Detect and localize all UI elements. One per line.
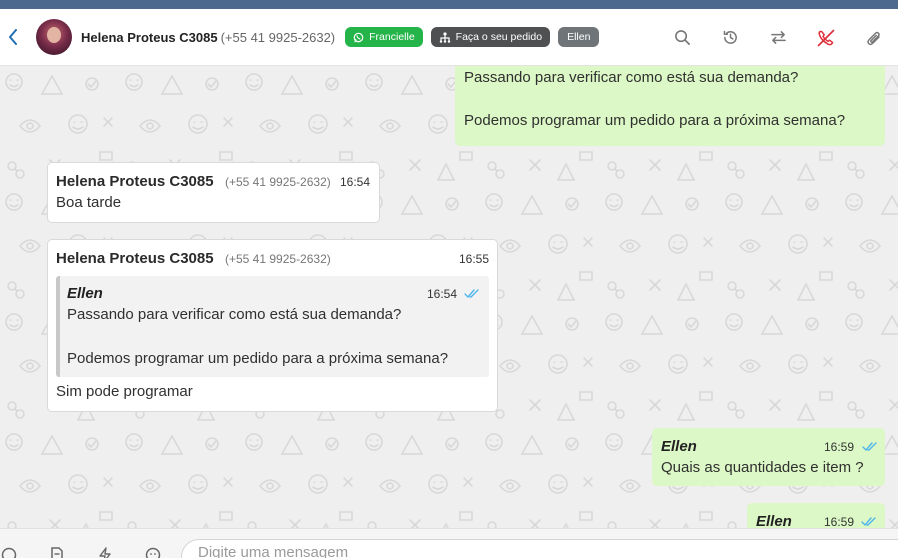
whatsapp-agent-tag[interactable]: Francielle <box>345 27 423 47</box>
message-list[interactable]: Passando para verificar como está sua de… <box>0 66 898 528</box>
message-text-line: Podemos programar um pedido para a próxi… <box>464 112 846 129</box>
message-time: 16:59 <box>824 440 855 454</box>
message-time: 16:54 <box>340 175 371 189</box>
quick-reply-button[interactable] <box>97 547 113 558</box>
message-composer <box>0 528 898 558</box>
header-actions <box>658 9 898 66</box>
double-check-icon <box>861 517 876 526</box>
end-conversation-button[interactable] <box>802 18 850 58</box>
document-button[interactable] <box>49 547 65 558</box>
sticker-icon <box>145 547 161 558</box>
sitemap-icon <box>439 31 450 43</box>
message-time: 16:59 <box>824 515 855 528</box>
history-icon <box>723 30 737 44</box>
lightning-icon <box>99 547 111 558</box>
incoming-message[interactable]: Helena Proteus C3085 (+55 41 9925-2632) … <box>47 239 498 412</box>
avatar[interactable] <box>36 19 72 55</box>
chevron-left-icon <box>9 29 17 45</box>
paperclip-icon <box>867 31 880 45</box>
message-text-line: Passando para verificar como está sua de… <box>464 69 799 86</box>
emoji-button[interactable] <box>1 547 17 558</box>
search-button[interactable] <box>658 18 706 58</box>
message-input[interactable] <box>181 539 898 558</box>
emoji-icon <box>1 547 17 558</box>
end-call-icon <box>817 29 835 46</box>
attach-button[interactable] <box>850 18 898 58</box>
transfer-icon <box>770 31 786 44</box>
quoted-message-time: 16:54 <box>427 287 458 301</box>
contact-phone: (+55 41 9925-2632) <box>220 29 336 45</box>
search-icon <box>674 30 690 45</box>
double-check-icon <box>464 289 479 298</box>
outgoing-message[interactable]: Ellen 16:59 Quais as quantidades e item … <box>652 428 885 486</box>
message-text: Quais as quantidades e item ? <box>661 459 864 476</box>
message-text: Sim pode programar <box>56 383 193 400</box>
back-button[interactable] <box>2 22 24 52</box>
transfer-button[interactable] <box>754 18 802 58</box>
message-sender-name: Helena Proteus C3085 <box>56 250 214 267</box>
whatsapp-icon <box>353 32 364 42</box>
message-sender-name: Ellen <box>756 513 792 528</box>
whatsapp-agent-label: Francielle <box>369 31 415 43</box>
history-button[interactable] <box>706 18 754 58</box>
chat-header: Helena Proteus C3085 (+55 41 9925-2632) … <box>0 9 898 66</box>
window-top-bar <box>0 0 898 9</box>
document-icon <box>51 547 63 558</box>
outgoing-message[interactable]: Passando para verificar como está sua de… <box>455 66 885 146</box>
message-sender-name: Helena Proteus C3085 <box>56 173 214 190</box>
assignee-label: Ellen <box>567 31 591 43</box>
quoted-message[interactable]: Ellen 16:54 Passando para verificar como… <box>56 276 489 377</box>
contact-name[interactable]: Helena Proteus C3085 <box>81 30 218 45</box>
double-check-icon <box>862 442 877 451</box>
assignee-tag[interactable]: Ellen <box>558 27 600 47</box>
sticker-button[interactable] <box>145 547 161 558</box>
pipeline-tag[interactable]: Faça o seu pedido <box>430 27 551 47</box>
outgoing-message[interactable]: Ellen 16:59 <box>747 503 885 528</box>
message-sender-name: Ellen <box>661 438 697 455</box>
message-time: 16:55 <box>459 252 490 266</box>
pipeline-label: Faça o seu pedido <box>455 31 543 43</box>
quoted-text-line: Passando para verificar como está sua de… <box>67 306 402 323</box>
message-text: Boa tarde <box>56 194 122 211</box>
incoming-message[interactable]: Helena Proteus C3085 (+55 41 9925-2632) … <box>47 162 380 223</box>
message-sender-phone: (+55 41 9925-2632) <box>225 252 331 266</box>
message-sender-phone: (+55 41 9925-2632) <box>225 175 331 189</box>
quoted-text-line: Podemos programar um pedido para a próxi… <box>67 350 449 367</box>
quoted-sender-name: Ellen <box>67 285 103 302</box>
